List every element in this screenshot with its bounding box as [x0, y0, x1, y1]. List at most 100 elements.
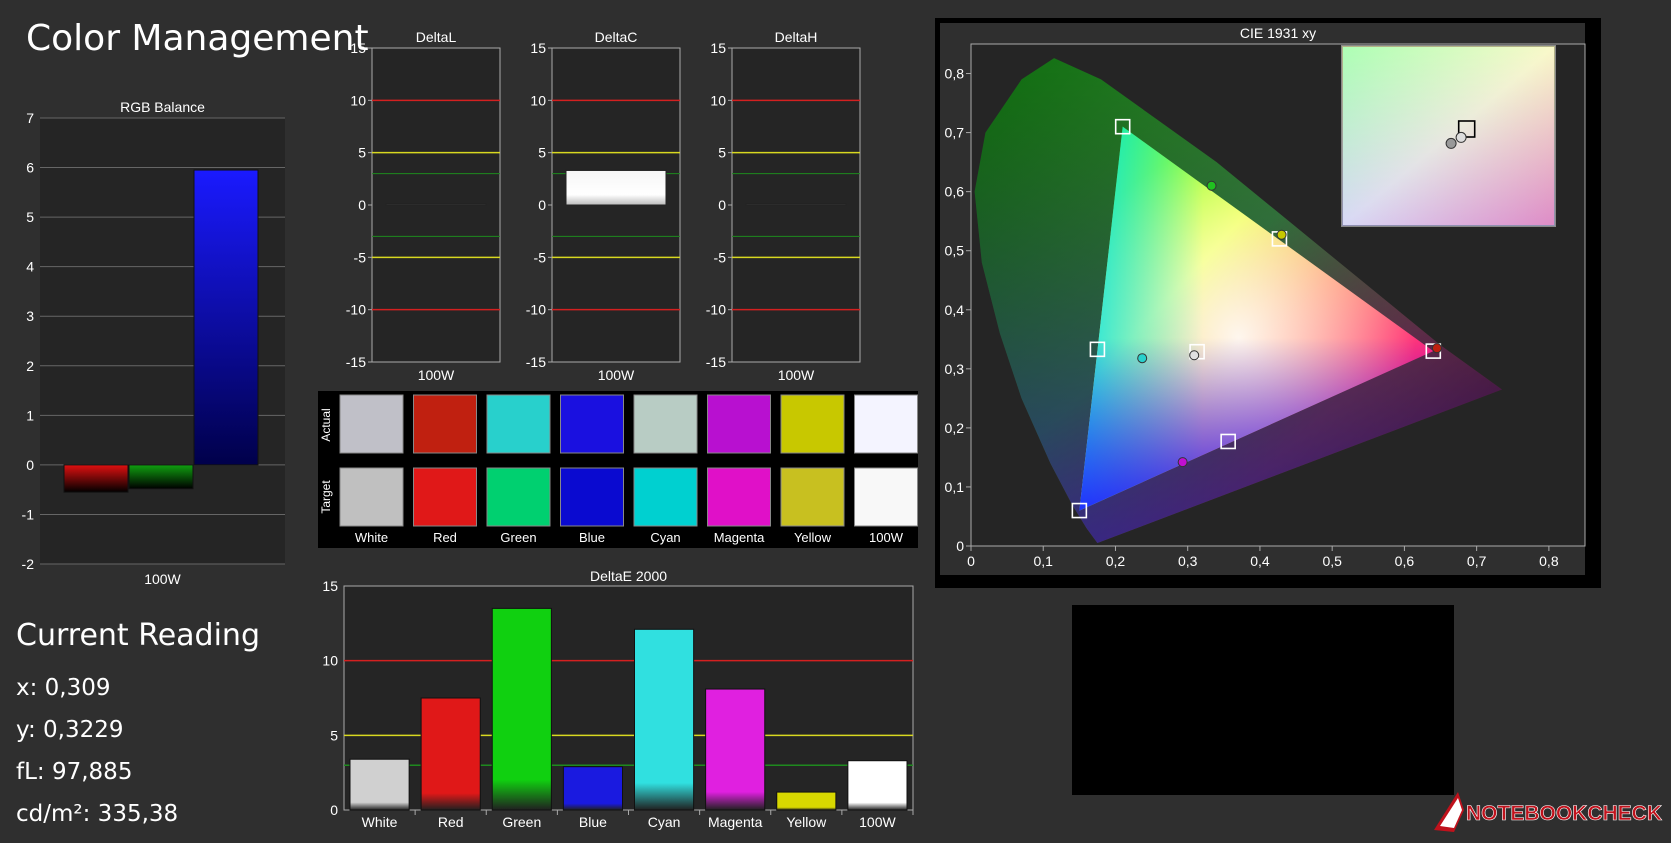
bar [491, 607, 552, 811]
bar [634, 628, 695, 811]
delta-e-2000-chart: DeltaE 2000 0 5 10 15 White Red Green Blue Cyan Ma… [322, 568, 914, 830]
chart-title: DeltaH [775, 29, 818, 45]
bar [349, 758, 410, 811]
swatch-label: Red [433, 530, 457, 545]
actual-swatch [486, 394, 551, 454]
actual-swatch [854, 394, 918, 454]
bar [776, 791, 837, 811]
x-tick-label: Yellow [786, 814, 827, 830]
y-tick-label: 0 [538, 197, 546, 213]
y-tick-label: 15 [710, 40, 726, 56]
y-tick-label: 1 [26, 407, 34, 423]
y-tick-label: 0,3 [945, 361, 965, 377]
target-swatch [780, 467, 845, 527]
chart-title: DeltaE 2000 [590, 568, 667, 584]
x-tick-label: 0,3 [1178, 553, 1198, 569]
y-tick-label: -10 [526, 302, 546, 318]
page-title: Color Management [26, 18, 369, 59]
current-reading-title: Current Reading [16, 618, 260, 653]
swatch-label: White [355, 530, 388, 545]
y-tick-label: 10 [710, 92, 726, 108]
y-tick-label: 5 [358, 145, 366, 161]
reading-y: y: 0,3229 [16, 717, 124, 743]
x-tick-label: 0,6 [1395, 553, 1415, 569]
x-tick-label: 0,1 [1034, 553, 1054, 569]
measured-marker [1177, 457, 1188, 468]
y-tick-label: 0 [956, 538, 964, 554]
y-tick-label: 0,2 [945, 420, 965, 436]
y-tick-label: 0 [718, 197, 726, 213]
y-tick-label: 5 [718, 145, 726, 161]
measured-marker [1137, 353, 1148, 364]
bar [128, 464, 194, 490]
chart-title: DeltaC [595, 29, 638, 45]
chart-title: DeltaL [416, 29, 457, 45]
actual-swatch [413, 394, 477, 454]
swatch-label: Yellow [794, 530, 832, 545]
y-tick-label: 2 [26, 358, 34, 374]
target-swatch [854, 467, 918, 527]
bar [193, 169, 259, 466]
bar [562, 766, 623, 811]
x-tick-label: Blue [579, 814, 607, 830]
y-tick-label: 0 [358, 197, 366, 213]
x-tick-label: White [362, 814, 398, 830]
y-tick-label: 0,5 [945, 243, 965, 259]
y-tick-label: 5 [330, 727, 338, 743]
reading-x: x: 0,309 [16, 675, 111, 701]
x-tick-label: 0,8 [1539, 553, 1559, 569]
actual-swatch [707, 394, 771, 454]
y-tick-label: 10 [322, 653, 338, 669]
y-tick-label: -5 [714, 249, 727, 265]
reading-cdm2: cd/m²: 335,38 [16, 801, 179, 827]
bar [565, 169, 667, 206]
target-swatch [633, 467, 698, 527]
zoom-measured-marker [1455, 131, 1467, 143]
delta-c-chart: DeltaC -15 -10 -5 0 5 10 15 100W [526, 29, 681, 383]
y-tick-label: -5 [534, 249, 547, 265]
swatch-label: Magenta [714, 530, 765, 545]
actual-swatch [633, 394, 698, 454]
bar [745, 203, 847, 206]
y-tick-label: 5 [26, 209, 34, 225]
color-preview-box [1072, 605, 1454, 795]
target-swatch [560, 467, 624, 527]
y-tick-label: 0 [26, 457, 34, 473]
bar [420, 697, 481, 811]
delta-h-chart: DeltaH -15 -10 -5 0 5 10 15 100W [706, 29, 861, 383]
y-tick-label: -15 [706, 354, 726, 370]
target-row-label: Target [319, 480, 333, 514]
x-tick-label: 0,7 [1467, 553, 1487, 569]
y-tick-label: 0,7 [945, 125, 965, 141]
measured-marker [1206, 180, 1217, 191]
swatch-label: Green [500, 530, 536, 545]
y-tick-label: 6 [26, 160, 34, 176]
bar [847, 760, 908, 811]
y-tick-label: -10 [346, 302, 366, 318]
y-tick-label: 4 [26, 259, 34, 275]
y-tick-label: 10 [530, 92, 546, 108]
y-tick-label: -15 [346, 354, 366, 370]
y-tick-label: 15 [530, 40, 546, 56]
bar [63, 464, 129, 493]
actual-swatch [780, 394, 845, 454]
x-tick-label: Green [502, 814, 541, 830]
x-tick-label: Cyan [648, 814, 681, 830]
y-tick-label: -15 [526, 354, 546, 370]
target-swatch [413, 467, 477, 527]
watermark-logo: NOTEBOOKCHECK [1430, 780, 1670, 843]
swatch-label: Cyan [650, 530, 680, 545]
y-tick-label: 0,6 [945, 184, 965, 200]
x-tick-label: 100W [418, 367, 455, 383]
notebook-logo-icon [1434, 792, 1464, 832]
y-tick-label: 7 [26, 110, 34, 126]
y-tick-label: -5 [354, 249, 367, 265]
zoom-measured-marker [1445, 137, 1457, 149]
bar [385, 203, 487, 206]
x-tick-label: 0,5 [1322, 553, 1342, 569]
y-tick-label: 0,1 [945, 479, 965, 495]
y-tick-label: 15 [350, 40, 366, 56]
x-tick-label: 0,4 [1250, 553, 1270, 569]
x-tick-label: 0,2 [1106, 553, 1126, 569]
y-tick-label: -2 [22, 556, 35, 572]
